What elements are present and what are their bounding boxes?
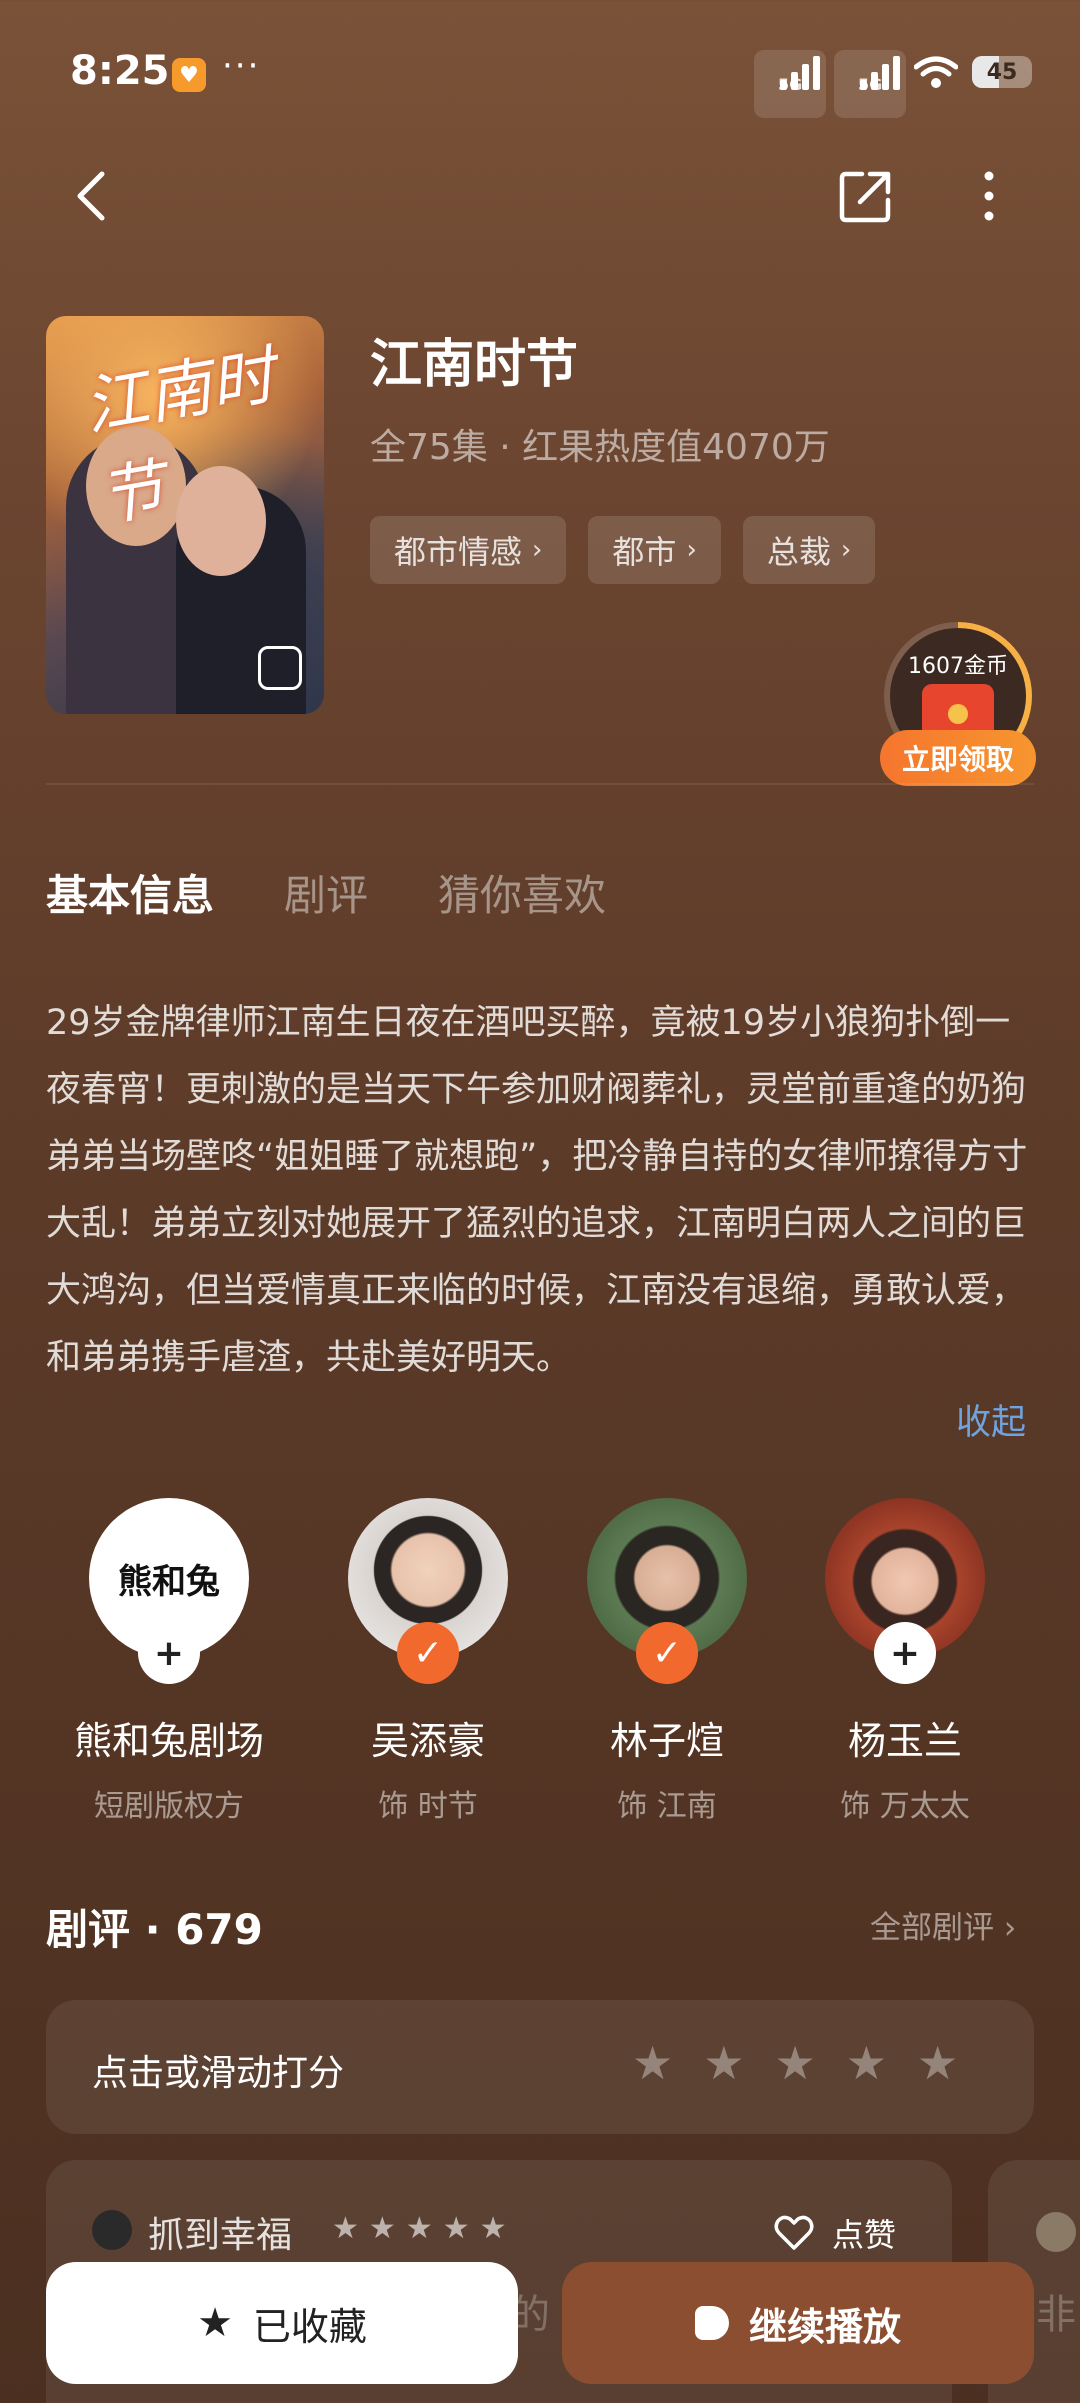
star-icon: ★ <box>368 2211 396 2246</box>
cast-role: 饰 万太太 <box>840 1789 970 1824</box>
rating-prompt: 点击或滑动打分 <box>92 2053 345 2094</box>
avatar[interactable]: ✓ <box>587 1498 747 1684</box>
cast-name: 林子煊 <box>609 1719 724 1763</box>
studio-logo: 熊和兔 <box>118 1561 220 1602</box>
cast-name: 吴添豪 <box>370 1719 485 1763</box>
star-icon[interactable]: ★ <box>917 2040 958 2086</box>
star-icon[interactable]: ★ <box>846 2040 887 2086</box>
status-indicators: 5G 5G 45 <box>754 50 1032 118</box>
wifi-icon <box>914 56 958 88</box>
share-button[interactable] <box>836 166 896 226</box>
reviews-title: 剧评 · 679 <box>46 1905 263 1954</box>
followed-check-icon[interactable]: ✓ <box>636 1622 698 1684</box>
cast-role: 饰 江南 <box>617 1789 717 1824</box>
synopsis-text: 29岁金牌律师江南生日夜在酒吧买醉，竟被19岁小狼狗扑倒一夜春宵！更刺激的是当天… <box>46 1003 1028 1378</box>
gallery-icon <box>258 646 302 690</box>
avatar[interactable]: 熊和兔 + <box>89 1498 249 1684</box>
cast-name: 杨玉兰 <box>847 1719 962 1763</box>
avatar[interactable]: + <box>825 1498 985 1684</box>
star-icon: ★ <box>479 2211 507 2246</box>
tab-reviews[interactable]: 剧评 <box>284 862 368 923</box>
all-reviews-link[interactable]: 全部剧评 › <box>870 1902 1016 1947</box>
heart-icon <box>774 2215 814 2250</box>
reviewer-name: 抓到幸福 <box>148 2215 293 2256</box>
tab-bar: 基本信息 剧评 猜你喜欢 <box>46 862 606 923</box>
signal-icon-2: 5G <box>834 50 907 118</box>
cast-role: 饰 时节 <box>378 1789 478 1824</box>
avatar[interactable]: ✓ <box>348 1498 508 1684</box>
chevron-right-icon: › <box>840 535 852 565</box>
coin-amount: 1607金币 <box>908 654 1008 679</box>
chevron-right-icon: › <box>532 535 543 565</box>
cast-item-actress[interactable]: + 杨玉兰 饰 万太太 <box>786 1498 1024 1825</box>
status-time: 8:25 <box>70 48 170 94</box>
genre-tag[interactable]: 都市 › <box>588 516 721 584</box>
star-icon[interactable]: ★ <box>703 2040 744 2086</box>
star-icon: ★ <box>405 2211 433 2246</box>
star-icon: ★ <box>332 2211 359 2246</box>
genre-tag[interactable]: 都市情感 › <box>370 516 567 584</box>
continue-play-button[interactable]: 继续播放 <box>562 2262 1034 2384</box>
cast-item-actress[interactable]: ✓ 林子煊 饰 江南 <box>548 1498 786 1825</box>
chevron-right-icon: › <box>686 535 697 565</box>
follow-plus-icon[interactable]: + <box>874 1622 936 1684</box>
tab-recommendations[interactable]: 猜你喜欢 <box>438 862 606 923</box>
show-poster[interactable]: 江南时节 <box>46 316 324 714</box>
reviewer-avatar[interactable] <box>92 2210 132 2250</box>
review-text-faded: 非 <box>1036 2292 1076 2338</box>
app-notification-icon: ♥ <box>172 58 206 92</box>
like-button[interactable]: 点赞 <box>774 2210 896 2256</box>
cast-role: 短剧版权方 <box>94 1789 244 1824</box>
signal-icon: 5G <box>754 50 827 118</box>
poster-title-art: 江南时节 <box>78 339 281 536</box>
next-reviewer-avatar <box>1036 2212 1076 2252</box>
genre-tag[interactable]: 总裁 › <box>742 516 876 584</box>
cast-item-actor[interactable]: ✓ 吴添豪 饰 时节 <box>309 1498 547 1825</box>
divider <box>46 783 1034 785</box>
back-button[interactable] <box>64 166 124 226</box>
follow-plus-icon[interactable]: + <box>138 1622 200 1684</box>
genre-tags: 都市情感 › 都市 › 总裁 › <box>370 516 876 584</box>
followed-check-icon[interactable]: ✓ <box>397 1622 459 1684</box>
collapse-link[interactable]: 收起 <box>956 1394 1026 1445</box>
show-title: 江南时节 <box>370 335 579 395</box>
claim-coins-button[interactable]: 立即领取 <box>880 730 1036 786</box>
star-icon[interactable]: ★ <box>632 2040 673 2086</box>
more-options-button[interactable] <box>966 166 1012 226</box>
show-meta: 全75集 · 红果热度值4070万 <box>370 427 830 468</box>
status-more-dots: ··· <box>222 46 261 86</box>
tab-basic-info[interactable]: 基本信息 <box>46 862 214 923</box>
collected-button[interactable]: ★ 已收藏 <box>46 2262 518 2384</box>
battery-icon: 45 <box>972 56 1032 88</box>
star-icon: ★ <box>197 2300 233 2346</box>
rating-stars[interactable]: ★ ★ ★ ★ ★ <box>632 2040 958 2086</box>
star-icon[interactable]: ★ <box>775 2040 816 2086</box>
play-icon <box>694 2306 729 2340</box>
cast-name: 熊和兔剧场 <box>73 1719 264 1763</box>
review-rating-stars: ★ ★ ★ ★ ★ <box>332 2214 507 2244</box>
cast-item-copyright[interactable]: 熊和兔 + 熊和兔剧场 短剧版权方 <box>50 1498 288 1825</box>
star-icon: ★ <box>442 2211 470 2246</box>
